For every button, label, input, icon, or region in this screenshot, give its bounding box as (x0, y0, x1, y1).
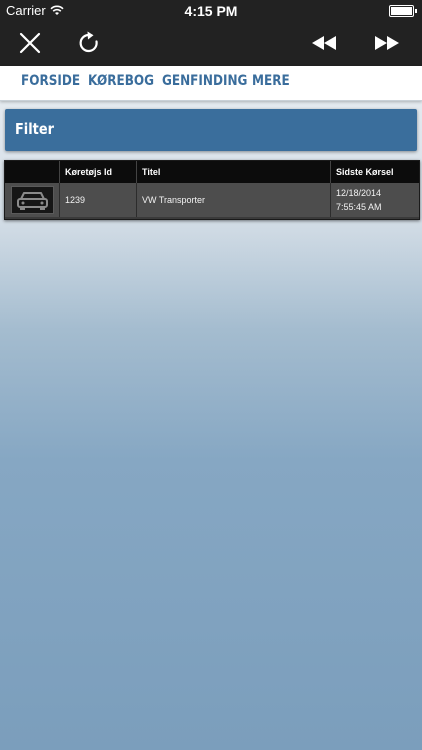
table-header: Køretøjs Id Titel Sidste Kørsel (5, 161, 419, 183)
rewind-icon (312, 36, 336, 50)
nav-item-korebog[interactable]: KØREBOG (88, 73, 154, 89)
nav-item-mere[interactable]: MERE (252, 73, 290, 89)
battery-icon (389, 5, 417, 17)
filter-label: Filter (15, 120, 54, 138)
top-toolbar: Carrier 4:15 PM (0, 0, 422, 66)
status-bar: Carrier 4:15 PM (0, 0, 422, 22)
refresh-button[interactable] (76, 30, 102, 56)
column-header-icon (5, 161, 59, 183)
column-header-vehicle-id[interactable]: Køretøjs Id (59, 161, 136, 183)
car-icon (11, 186, 54, 214)
filter-button[interactable]: Filter (5, 109, 417, 151)
nav-item-genfinding[interactable]: GENFINDING (162, 73, 247, 89)
row-icon-cell (5, 183, 59, 217)
last-drive-time: 7:55:45 AM (336, 202, 382, 212)
rewind-button[interactable] (310, 30, 338, 56)
vehicle-table: Køretøjs Id Titel Sidste Kørsel 1239 VW … (4, 160, 420, 220)
table-row[interactable]: 1239 VW Transporter 12/18/2014 7:55:45 A… (5, 183, 419, 217)
column-header-title[interactable]: Titel (136, 161, 330, 183)
last-drive-cell: 12/18/2014 7:55:45 AM (330, 183, 419, 217)
vehicle-id-cell: 1239 (59, 183, 136, 217)
column-header-last-drive[interactable]: Sidste Kørsel (330, 161, 419, 183)
last-drive-date: 12/18/2014 (336, 188, 382, 198)
title-cell: VW Transporter (136, 183, 330, 217)
nav-item-forside[interactable]: FORSIDE (21, 73, 80, 89)
clock: 4:15 PM (184, 3, 238, 19)
refresh-icon (79, 31, 98, 53)
fast-forward-button[interactable] (373, 30, 401, 56)
fast-forward-icon (375, 36, 399, 50)
close-icon (19, 32, 41, 54)
nav-bar: FORSIDE KØREBOG GENFINDING MERE (0, 66, 422, 101)
close-button[interactable] (17, 30, 43, 56)
